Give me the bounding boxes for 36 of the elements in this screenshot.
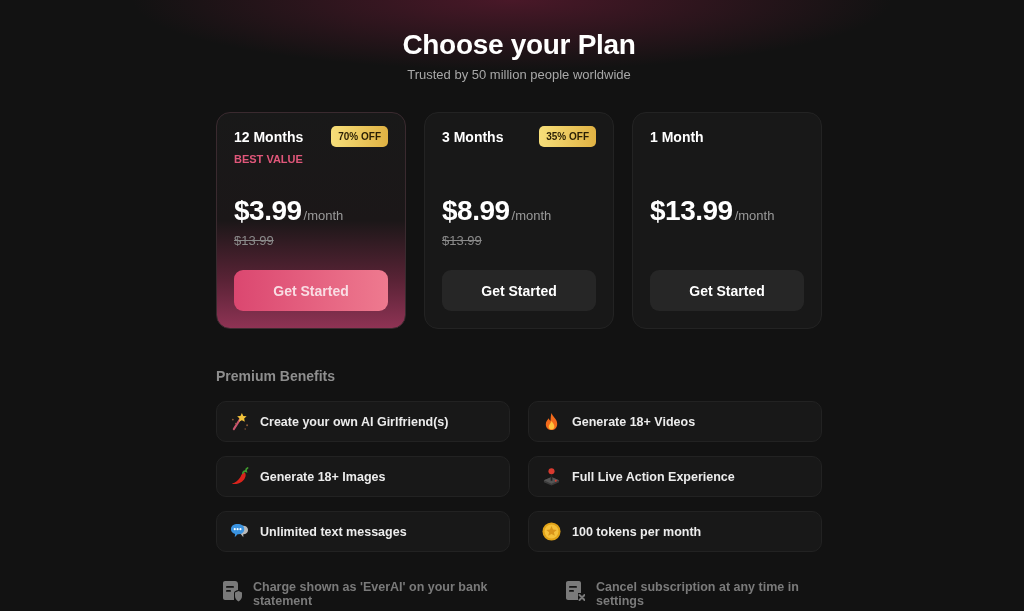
get-started-button[interactable]: Get Started — [442, 270, 596, 311]
benefit-text: Generate 18+ Images — [260, 469, 386, 484]
benefit-text: Unlimited text messages — [260, 524, 407, 539]
plan-card[interactable]: 1 Month $13.99/month Get Started — [632, 112, 822, 329]
plan-price: $13.99 — [650, 195, 733, 227]
plan-name: 3 Months — [442, 128, 504, 145]
document-shield-icon — [222, 580, 242, 602]
plan-price: $3.99 — [234, 195, 302, 227]
price-period: /month — [303, 208, 344, 223]
page-subtitle: Trusted by 50 million people worldwide — [407, 66, 631, 84]
benefit-text: Full Live Action Experience — [572, 469, 735, 484]
discount-badge: 70% OFF — [331, 126, 388, 147]
wand-sparkle-icon — [230, 412, 249, 431]
best-value-label: BEST VALUE — [234, 153, 303, 165]
plan-card[interactable]: 3 Months 35% OFF $8.99/month $13.99 Get Started — [424, 112, 614, 329]
original-price: $13.99 — [234, 232, 274, 248]
document-cross-icon — [565, 580, 585, 602]
plan-price: $8.99 — [442, 195, 510, 227]
info-note: Cancel subscription at any time in settings — [596, 580, 800, 608]
info-note: Charge shown as 'EverAI' on your bank statement — [253, 580, 489, 608]
chili-pepper-icon — [230, 467, 249, 486]
get-started-button[interactable]: Get Started — [650, 270, 804, 311]
discount-badge: 35% OFF — [539, 126, 596, 147]
benefit-text: 100 tokens per month — [572, 524, 702, 539]
joystick-icon — [542, 467, 561, 486]
star-coin-icon — [542, 522, 561, 541]
original-price: $13.99 — [442, 232, 482, 248]
plan-name: 1 Month — [650, 128, 704, 145]
benefit-text: Generate 18+ Videos — [572, 414, 696, 429]
plan-card[interactable]: 12 Months 70% OFF BEST VALUE $3.99/month $13.99 Get Started — [216, 112, 406, 329]
page-title: Choose your Plan — [402, 28, 636, 62]
section-heading: Premium Benefits — [216, 367, 337, 385]
price-period: /month — [511, 208, 552, 223]
plan-name: 12 Months — [234, 128, 304, 145]
price-period: /month — [734, 208, 775, 223]
benefit-text: Create your own AI Girlfriend(s) — [260, 414, 449, 429]
